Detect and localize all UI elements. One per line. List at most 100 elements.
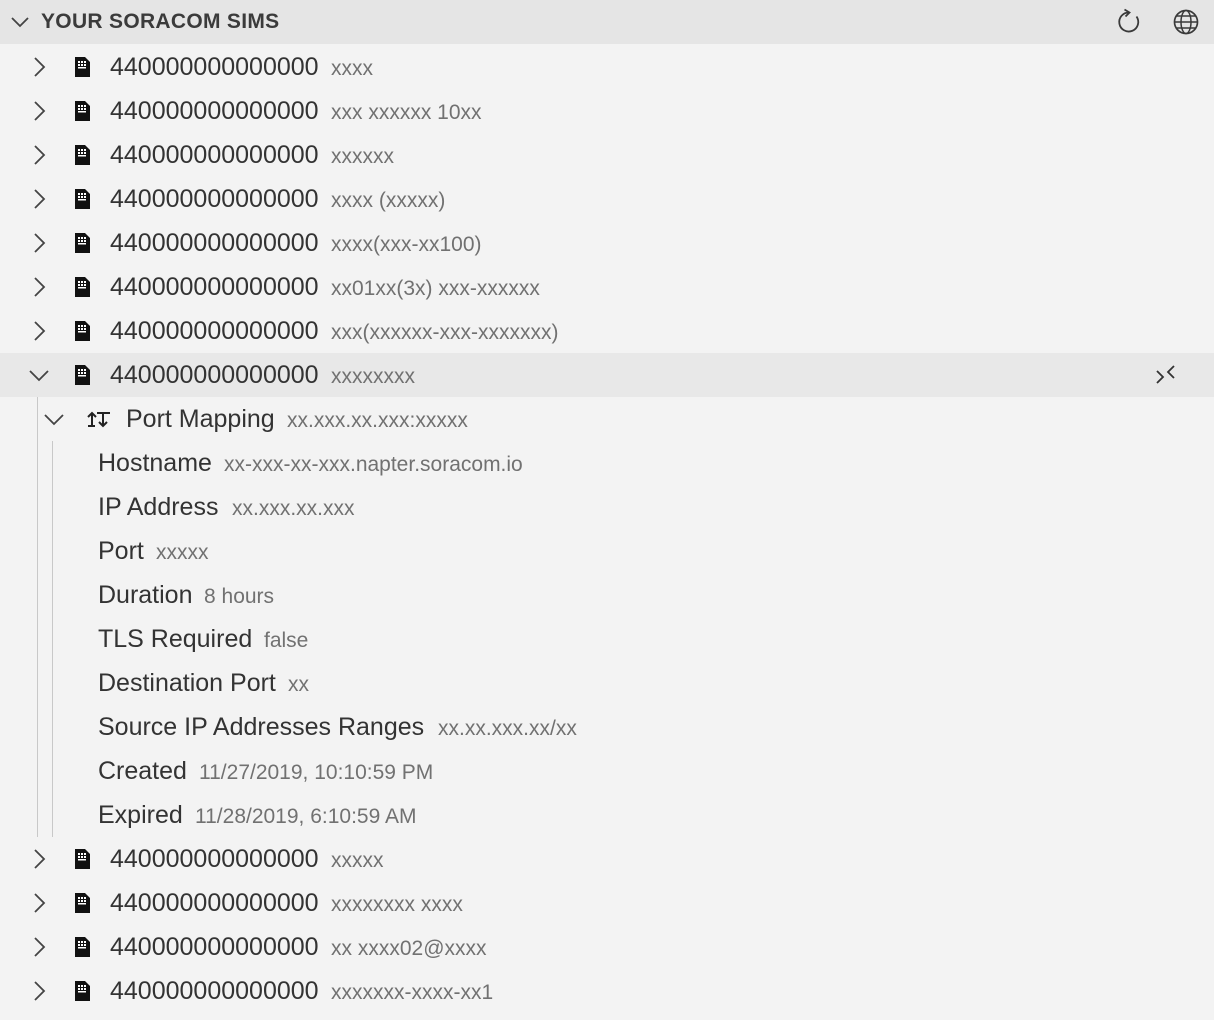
detail-row: Duration 8 hours [0,573,1214,617]
sim-row[interactable]: 440000000000000 xx01xx(3x) xxx-xxxxxx [0,265,1214,309]
view-header[interactable]: YOUR SORACOM SIMS [0,0,1214,44]
item-description: xxx xxxxxx 10xx [331,101,482,124]
item-description: xxxxxxx-xxxx-xx1 [331,981,494,1004]
item-description: xxxxx [156,541,209,564]
sim-card-icon [75,277,90,297]
item-description: xxxxxxxx [331,365,415,388]
item-description: xx [288,673,309,696]
item-description: xx01xx(3x) xxx-xxxxxx [331,277,540,300]
item-description: 11/28/2019, 6:10:59 AM [195,805,417,828]
item-label: Created [98,757,187,785]
item-description: xxxx(xxx-xx100) [331,233,482,256]
detail-row: Destination Port xx [0,661,1214,705]
item-label: 440000000000000 [110,889,319,917]
sim-row[interactable]: 440000000000000 xxxxx [0,837,1214,881]
item-label: Duration [98,581,193,609]
detail-row: Source IP Addresses Ranges xx.xx.xxx.xx/x… [0,705,1214,749]
sim-row[interactable]: 440000000000000 xxxxxxx-xxxx-xx1 [0,969,1214,1013]
sim-card-icon [75,849,90,869]
chevron-right-icon[interactable] [27,847,51,871]
item-description: xxxx (xxxxx) [331,189,446,212]
sim-card-icon [75,145,90,165]
item-description: xx.xx.xxx.xx/xx [438,717,577,740]
item-description: xxxxxxxx xxxx [331,893,463,916]
item-label: 440000000000000 [110,229,319,257]
item-label: Hostname [98,449,212,477]
detail-row: Expired 11/28/2019, 6:10:59 AM [0,793,1214,837]
port-mapping-row[interactable]: Port Mapping xx.xxx.xx.xxx:xxxxx [0,397,1214,441]
chevron-right-icon[interactable] [27,187,51,211]
item-description: xxxxxx [331,145,394,168]
item-label: Source IP Addresses Ranges [98,713,425,741]
detail-row: Hostname xx-xxx-xx-xxx.napter.soracom.io [0,441,1214,485]
chevron-down-icon[interactable] [42,407,66,431]
sim-card-icon [75,981,90,1001]
sim-card-icon [75,189,90,209]
item-label: 440000000000000 [110,361,319,389]
sim-row[interactable]: 440000000000000 xx xxxx02@xxxx [0,925,1214,969]
item-label: 440000000000000 [110,185,319,213]
item-label: 440000000000000 [110,977,319,1005]
item-description: xx xxxx02@xxxx [331,937,487,960]
chevron-right-icon[interactable] [27,143,51,167]
chevron-right-icon[interactable] [27,319,51,343]
detail-row: Created 11/27/2019, 10:10:59 PM [0,749,1214,793]
refresh-icon[interactable] [1114,7,1144,37]
sim-row[interactable]: 440000000000000 xxx xxxxxx 10xx [0,89,1214,133]
view-title: YOUR SORACOM SIMS [41,10,280,33]
sim-row[interactable]: 440000000000000 xxxx (xxxxx) [0,177,1214,221]
chevron-right-icon[interactable] [27,231,51,255]
item-description: 8 hours [204,585,275,608]
item-label: Port [98,537,144,565]
item-description: xx-xxx-xx-xxx.napter.soracom.io [224,453,523,476]
detail-row: TLS Required false [0,617,1214,661]
item-label: 440000000000000 [110,273,319,301]
item-description: xxxx [331,57,373,80]
chevron-down-icon[interactable] [27,363,51,387]
item-label: Destination Port [98,669,276,697]
detail-row: IP Address xx.xxx.xx.xxx [0,485,1214,529]
chevron-right-icon[interactable] [27,979,51,1003]
chevron-right-icon[interactable] [27,99,51,123]
item-description: 11/27/2019, 10:10:59 PM [199,761,434,784]
sim-card-icon [75,233,90,253]
sim-row[interactable]: 440000000000000 xxxx [0,45,1214,89]
sim-card-icon [75,57,90,77]
item-label: 440000000000000 [110,845,319,873]
item-label: 440000000000000 [110,933,319,961]
item-description: false [264,629,309,652]
sim-card-icon [75,101,90,121]
port-mapping-icon [87,411,110,428]
globe-icon[interactable] [1171,7,1201,37]
item-label: TLS Required [98,625,253,653]
detail-row: Port xxxxx [0,529,1214,573]
indent-guide [52,441,53,837]
indent-guide [37,397,38,837]
sim-row[interactable]: 440000000000000 xxxx(xxx-xx100) [0,221,1214,265]
sim-row-expanded[interactable]: 440000000000000 xxxxxxxx [0,353,1214,397]
item-label: 440000000000000 [110,317,319,345]
sim-card-icon [75,937,90,957]
sim-row[interactable]: 440000000000000 xxx(xxxxxx-xxx-xxxxxxx) [0,309,1214,353]
item-label: 440000000000000 [110,53,319,81]
item-description: xxx(xxxxxx-xxx-xxxxxxx) [331,321,559,344]
item-label: Port Mapping [126,405,275,433]
sim-card-icon [75,893,90,913]
sim-card-icon [75,321,90,341]
item-description: xx.xxx.xx.xxx:xxxxx [287,409,468,432]
item-label: Expired [98,801,183,829]
sim-row[interactable]: 440000000000000 xxxxxxxx xxxx [0,881,1214,925]
item-description: xxxxx [331,849,384,872]
chevron-down-icon[interactable] [8,10,32,34]
chevron-right-icon[interactable] [27,891,51,915]
chevron-right-icon[interactable] [27,55,51,79]
disconnect-icon[interactable] [1150,362,1180,388]
sim-row[interactable]: 440000000000000 xxxxxx [0,133,1214,177]
sim-card-icon [75,365,90,385]
item-label: IP Address [98,493,219,521]
chevron-right-icon[interactable] [27,935,51,959]
chevron-right-icon[interactable] [27,275,51,299]
item-label: 440000000000000 [110,141,319,169]
item-label: 440000000000000 [110,97,319,125]
item-description: xx.xxx.xx.xxx [232,497,355,520]
